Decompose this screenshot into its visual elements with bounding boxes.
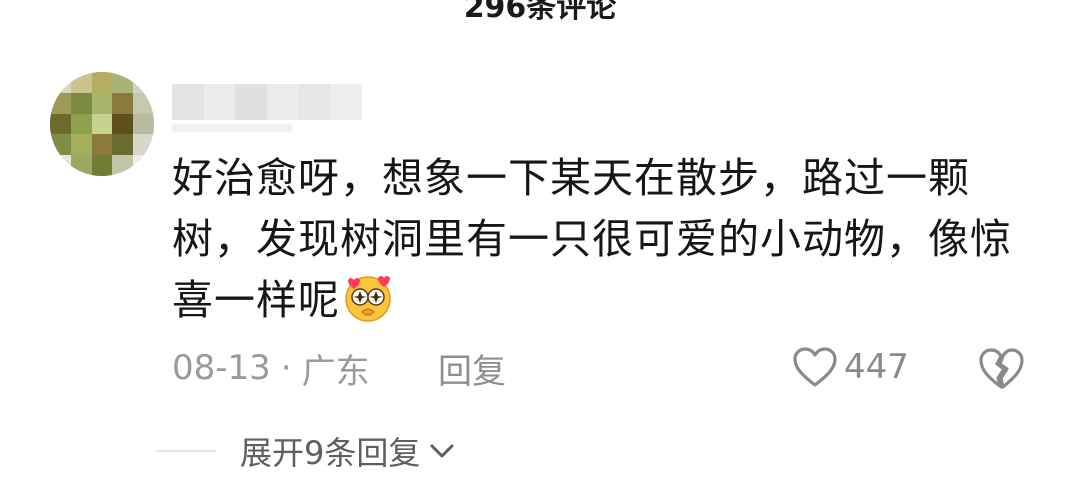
avatar[interactable] (50, 72, 154, 176)
avatar-pixel (70, 72, 92, 93)
avatar-pixel (70, 155, 92, 176)
username-blurred[interactable] (172, 84, 363, 120)
pleading-face-icon (345, 276, 391, 322)
avatar-pixel (133, 155, 154, 176)
avatar-pixel (112, 155, 134, 176)
avatar-pixel (91, 134, 113, 156)
comment-meta: 08-13 · 广东 (172, 344, 370, 392)
comment-body: 好治愈呀，想象一下某天在散步，路过一颗树，发现树洞里有一只很可爱的小动物，像惊喜… (172, 148, 1052, 331)
comment-date: 08-13 (172, 348, 271, 388)
like-button[interactable]: 447 (792, 342, 909, 392)
avatar-pixel (133, 72, 154, 93)
broken-heart-icon[interactable] (976, 344, 1026, 392)
expand-replies[interactable]: 展开9条回复 (156, 428, 456, 474)
avatar-pixel (50, 113, 71, 135)
username-blur-sub (172, 124, 292, 132)
comment-text: 好治愈呀，想象一下某天在散步，路过一颗树，发现树洞里有一只很可爱的小动物，像惊喜… (172, 154, 1012, 324)
avatar-pixel (112, 72, 134, 93)
avatar-pixel (91, 92, 113, 114)
avatar-pixel (91, 113, 113, 135)
avatar-pixel (50, 134, 71, 156)
avatar-pixel (91, 72, 113, 93)
username-blur-block (330, 84, 363, 120)
divider-line (156, 450, 216, 452)
meta-separator: · (280, 348, 292, 388)
comment-location: 广东 (301, 351, 370, 392)
like-count: 447 (844, 347, 909, 387)
avatar-pixel (70, 92, 92, 114)
avatar-pixel (50, 72, 71, 93)
heart-icon (793, 347, 837, 387)
avatar-pixel (91, 155, 113, 176)
avatar-pixel (112, 113, 134, 135)
username-blur-block (235, 84, 268, 120)
avatar-pixel (50, 92, 71, 114)
comment-count-title: 296条评论 (463, 0, 617, 25)
username-blur-block (298, 84, 331, 120)
avatar-pixel (50, 155, 71, 176)
chevron-down-icon (430, 444, 454, 458)
username-blur-block (267, 84, 299, 120)
expand-replies-label[interactable]: 展开9条回复 (240, 428, 420, 474)
username-blur-block (203, 84, 236, 120)
avatar-pixel (70, 134, 92, 156)
avatar-pixel (133, 113, 154, 135)
avatar-pixel (112, 134, 134, 156)
avatar-pixel (70, 113, 92, 135)
avatar-pixel (133, 92, 154, 114)
reply-button[interactable]: 回复 (438, 344, 506, 392)
username-blur-block (172, 84, 204, 120)
avatar-pixel (133, 134, 154, 156)
avatar-pixel (112, 92, 134, 114)
